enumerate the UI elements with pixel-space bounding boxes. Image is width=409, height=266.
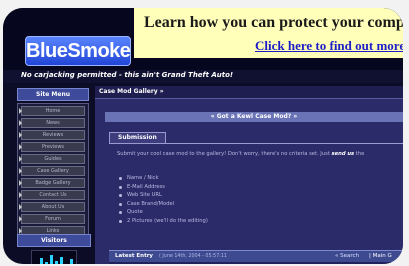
menu-item-reviews[interactable]: Reviews xyxy=(19,130,85,140)
submission-text-body: Submit your cool case mod to the gallery… xyxy=(117,151,330,157)
ad-banner-title: Learn how you can protect your compu xyxy=(144,14,403,31)
menu-item-case-gallery[interactable]: Case Gallery xyxy=(19,166,85,176)
send-us-link[interactable]: send us xyxy=(332,151,355,157)
main-gallery-link[interactable]: | Main G xyxy=(369,251,392,262)
visitors-bar xyxy=(60,257,63,264)
submission-text: Submit your cool case mod to the gallery… xyxy=(117,151,364,157)
visitors-graphic xyxy=(31,250,77,264)
menu-item-forum[interactable]: Forum xyxy=(19,214,85,224)
menu-item-news[interactable]: News xyxy=(19,118,85,128)
search-link[interactable]: « Search xyxy=(335,251,359,262)
visitors-bar xyxy=(40,258,43,264)
list-item: Case Brand/Model xyxy=(119,200,208,209)
site-logo[interactable]: BlueSmoke xyxy=(25,36,131,66)
list-item: Quote xyxy=(119,208,208,217)
latest-entry-panel xyxy=(109,262,403,264)
menu-item-about-us[interactable]: About Us xyxy=(19,202,85,212)
list-item: Web Site URL xyxy=(119,191,208,200)
main-content: Case Mod Gallery » « Got a Kewl Case Mod… xyxy=(95,86,403,264)
submission-divider xyxy=(109,143,403,144)
sidebar: Site Menu Home News Reviews Previews Gui… xyxy=(17,88,91,264)
menu-item-guides[interactable]: Guides xyxy=(19,154,85,164)
visitors-bar xyxy=(50,255,53,264)
latest-entry-date: ( June 14th, 2004 - 05:57:11 xyxy=(159,254,227,259)
browser-frame: BlueSmoke Learn how you can protect your… xyxy=(3,8,403,264)
list-item: E-Mail Address xyxy=(119,183,208,192)
submission-requirements: Name / Nick E-Mail Address Web Site URL … xyxy=(119,174,208,226)
menu-item-badge-gallery[interactable]: Badge Gallery xyxy=(19,178,85,188)
logo-text: BlueSmoke xyxy=(26,40,131,62)
ad-banner-link[interactable]: Click here to find out more. xyxy=(255,38,403,54)
latest-entry-bar: Latest Entry ( June 14th, 2004 - 05:57:1… xyxy=(109,250,403,262)
site-header: BlueSmoke Learn how you can protect your… xyxy=(3,8,403,70)
menu-item-contact-us[interactable]: Contact Us xyxy=(19,190,85,200)
visitors-bar xyxy=(70,259,73,264)
tagline-text: No carjacking permitted - this ain't Gra… xyxy=(21,71,234,79)
kewl-case-mod-bar: « Got a Kewl Case Mod? » xyxy=(105,112,403,122)
site-menu: Home News Reviews Previews Guides Case G… xyxy=(17,103,89,241)
visitors-bar xyxy=(45,262,48,264)
site-menu-title: Site Menu xyxy=(17,88,89,101)
menu-item-previews[interactable]: Previews xyxy=(19,142,85,152)
submission-text-tail: the xyxy=(355,151,365,157)
tagline-bar: No carjacking permitted - this ain't Gra… xyxy=(3,70,403,83)
list-item: 2 Pictures (we'll do the editing) xyxy=(119,217,208,226)
visitors-bar xyxy=(55,261,58,264)
visitors-title: Visitors xyxy=(17,234,91,247)
menu-item-home[interactable]: Home xyxy=(19,106,85,116)
ad-banner[interactable]: Learn how you can protect your compu Cli… xyxy=(134,8,403,58)
latest-entry-label: Latest Entry xyxy=(115,253,153,259)
case-mod-gallery-header[interactable]: Case Mod Gallery » xyxy=(95,86,403,99)
list-item: Name / Nick xyxy=(119,174,208,183)
